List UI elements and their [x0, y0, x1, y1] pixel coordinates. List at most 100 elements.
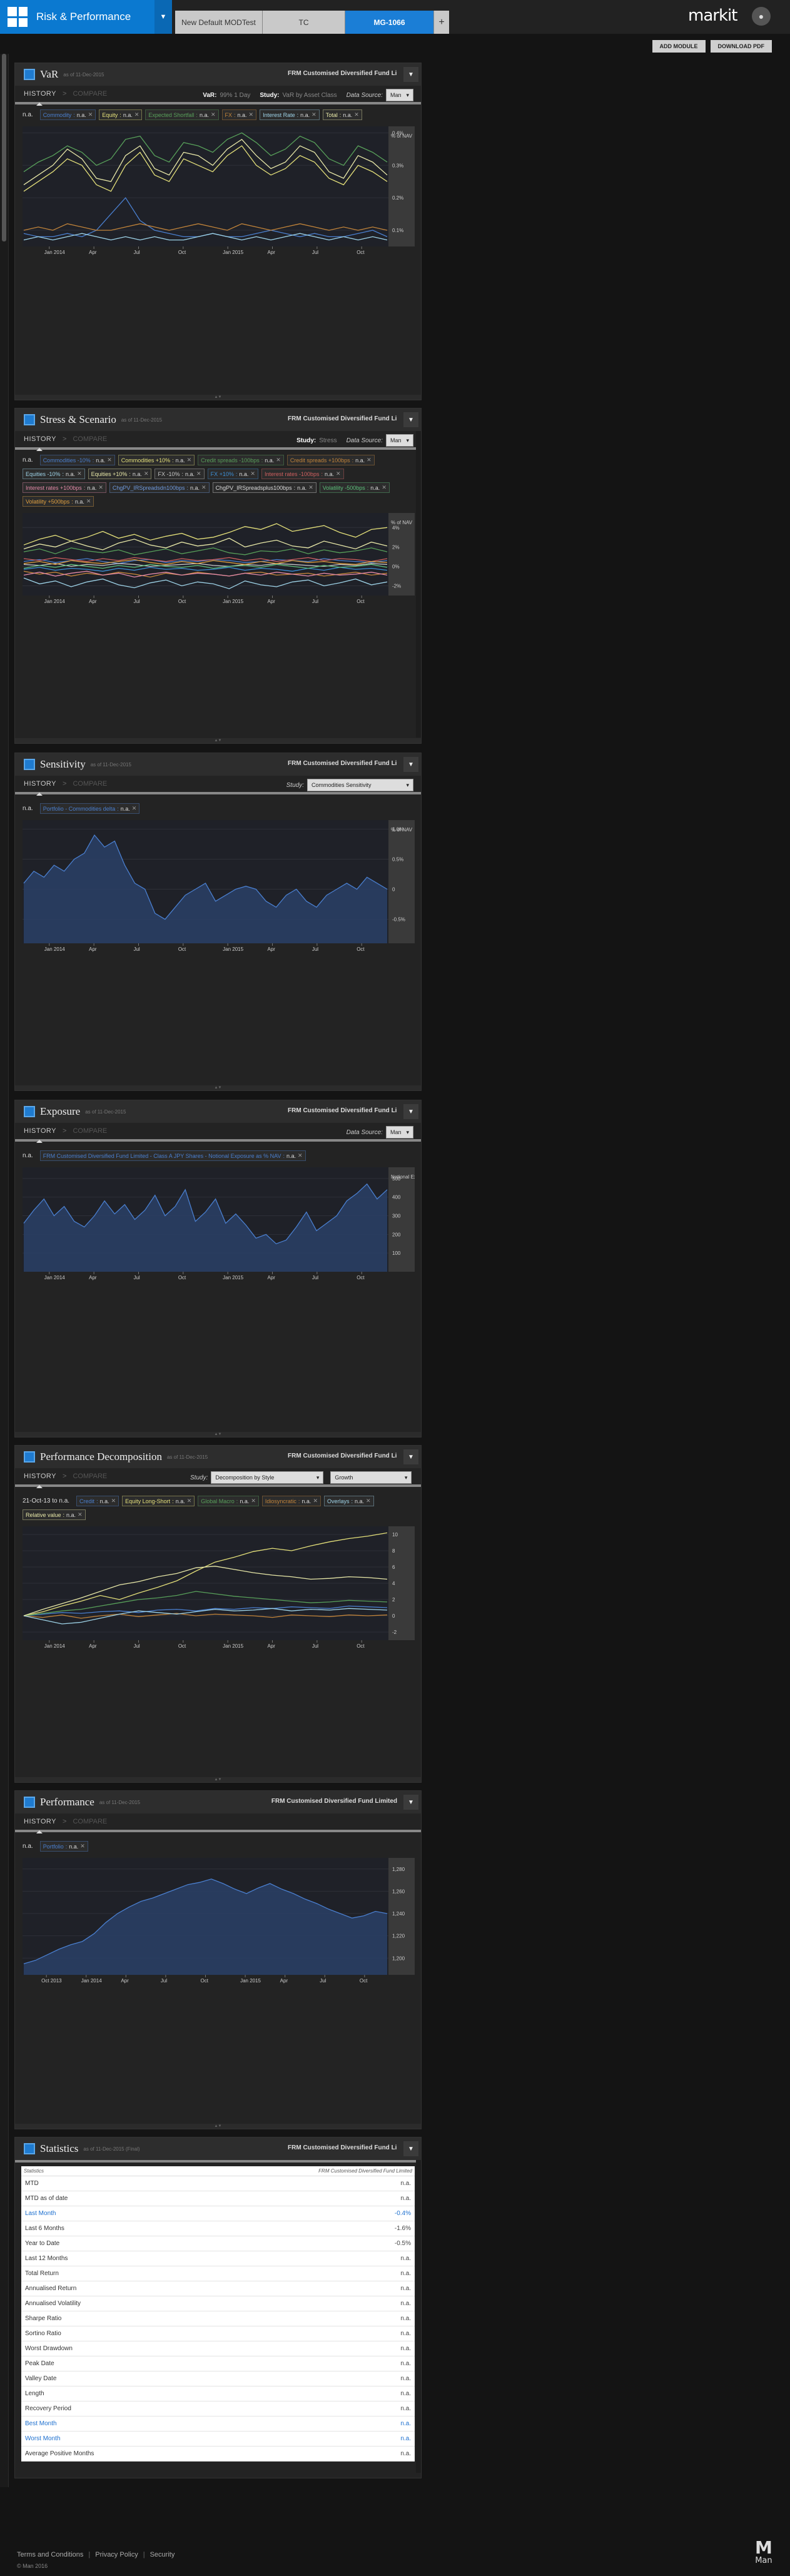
mode-select[interactable]: Growth ▾ [330, 1471, 412, 1484]
legend-item[interactable]: FX: n.a. ✕ [221, 109, 257, 120]
legend-item[interactable]: Overlays: n.a. ✕ [323, 1496, 374, 1506]
legend-item[interactable]: FX -10%: n.a. ✕ [154, 469, 205, 479]
chevron-down-icon[interactable]: ▼ [403, 1104, 418, 1119]
legend-item[interactable]: Credit: n.a. ✕ [76, 1496, 119, 1506]
legend-item[interactable]: ChgPV_IRSpreadsdn100bps: n.a. ✕ [109, 482, 210, 493]
tab-history[interactable]: HISTORY [24, 84, 56, 106]
remove-series-icon[interactable]: ✕ [313, 1498, 318, 1504]
legend-item[interactable]: FRM Customised Diversified Fund Limited … [39, 1150, 306, 1161]
stat-label[interactable]: Last Month [21, 2206, 193, 2221]
chevron-down-icon[interactable]: ▼ [403, 67, 418, 82]
remove-series-icon[interactable]: ✕ [201, 484, 206, 491]
remove-series-icon[interactable]: ✕ [196, 470, 201, 477]
legend-item[interactable]: FX +10%: n.a. ✕ [207, 469, 258, 479]
add-tab-button[interactable]: + [434, 11, 449, 34]
tab-history[interactable]: HISTORY [24, 1812, 56, 1833]
resize-handle[interactable]: ▲▼ [15, 395, 421, 400]
remove-series-icon[interactable]: ✕ [336, 470, 341, 477]
remove-series-icon[interactable]: ✕ [354, 111, 359, 118]
fund-name[interactable]: FRM Customised Diversified Fund Limited [288, 70, 397, 77]
remove-series-icon[interactable]: ✕ [107, 457, 112, 464]
fund-name[interactable]: FRM Customised Diversified Fund Limited [288, 415, 397, 422]
chevron-down-icon[interactable]: ▼ [403, 412, 418, 427]
chevron-down-icon[interactable]: ▼ [403, 1449, 418, 1464]
study-selector[interactable]: Stress [319, 437, 337, 444]
fund-name[interactable]: FRM Customised Diversified Fund Limited [288, 2144, 397, 2151]
study-select[interactable]: Decomposition by Style ▾ [211, 1471, 324, 1484]
remove-series-icon[interactable]: ✕ [250, 470, 255, 477]
chevron-down-icon[interactable]: ▼ [154, 0, 172, 34]
remove-series-icon[interactable]: ✕ [276, 457, 281, 464]
data-source-select[interactable]: Man ▾ [385, 89, 413, 101]
stat-label[interactable]: Best Month [21, 2416, 193, 2431]
module-scrollbar[interactable] [416, 2160, 421, 2473]
remove-series-icon[interactable]: ✕ [134, 111, 139, 118]
tab-compare[interactable]: COMPARE [73, 1473, 107, 1480]
app-menu[interactable]: Risk & Performance ▼ [0, 0, 172, 34]
tab-history[interactable]: HISTORY [24, 1467, 56, 1488]
legend-item[interactable]: Equities +10%: n.a. ✕ [88, 469, 152, 479]
add-module-button[interactable]: ADD MODULE [652, 40, 706, 53]
tab-tc[interactable]: TC [263, 11, 345, 34]
legend-item[interactable]: Commodity: n.a. ✕ [39, 109, 96, 120]
remove-series-icon[interactable]: ✕ [311, 111, 317, 118]
legend-item[interactable]: Commodities +10%: n.a. ✕ [118, 455, 195, 465]
remove-series-icon[interactable]: ✕ [98, 484, 103, 491]
legend-item[interactable]: Total: n.a. ✕ [322, 109, 362, 120]
legend-item[interactable]: Credit spreads -100bps: n.a. ✕ [198, 455, 284, 465]
legend-item[interactable]: Global Macro: n.a. ✕ [198, 1496, 259, 1506]
tab-compare[interactable]: COMPARE [73, 1818, 107, 1825]
resize-handle[interactable]: ▲▼ [15, 1777, 421, 1782]
legend-item[interactable]: Idiosyncratic: n.a. ✕ [261, 1496, 321, 1506]
fund-name[interactable]: FRM Customised Diversified Fund Limited [288, 1107, 397, 1114]
legend-item[interactable]: Interest rates +100bps: n.a. ✕ [23, 482, 106, 493]
remove-series-icon[interactable]: ✕ [382, 484, 387, 491]
terms-link[interactable]: Terms and Conditions [17, 2551, 83, 2558]
legend-item[interactable]: Relative value: n.a. ✕ [23, 1509, 86, 1520]
data-source-select[interactable]: Man ▾ [385, 1126, 413, 1138]
remove-series-icon[interactable]: ✕ [211, 111, 216, 118]
remove-series-icon[interactable]: ✕ [367, 457, 372, 464]
remove-series-icon[interactable]: ✕ [88, 111, 93, 118]
legend-item[interactable]: Equities -10%: n.a. ✕ [23, 469, 85, 479]
privacy-link[interactable]: Privacy Policy [95, 2551, 138, 2558]
resize-handle[interactable]: ▲▼ [15, 1432, 421, 1437]
security-link[interactable]: Security [150, 2551, 175, 2558]
tab-history[interactable]: HISTORY [24, 430, 56, 451]
tab-history[interactable]: HISTORY [24, 774, 56, 796]
chevron-down-icon[interactable]: ▼ [403, 757, 418, 772]
legend-item[interactable]: Expected Shortfall: n.a. ✕ [145, 109, 219, 120]
legend-item[interactable]: Volatility -500bps: n.a. ✕ [319, 482, 390, 493]
resize-handle[interactable]: ▲▼ [15, 738, 421, 743]
remove-series-icon[interactable]: ✕ [78, 1511, 83, 1518]
download-pdf-button[interactable]: DOWNLOAD PDF [710, 40, 772, 53]
legend-item[interactable]: Portfolio: n.a. ✕ [39, 1841, 88, 1852]
stat-label[interactable]: Worst Month [21, 2431, 193, 2447]
study-selector[interactable]: VaR by Asset Class [283, 92, 337, 99]
remove-series-icon[interactable]: ✕ [144, 470, 149, 477]
resize-handle[interactable]: ▲▼ [15, 2124, 421, 2129]
remove-series-icon[interactable]: ✕ [86, 498, 91, 505]
study-select[interactable]: Commodities Sensitivity ▾ [307, 779, 413, 791]
tab-mg-1066[interactable]: MG-1066 [345, 11, 434, 34]
chevron-down-icon[interactable]: ▼ [403, 1795, 418, 1810]
remove-series-icon[interactable]: ✕ [111, 1498, 116, 1504]
user-avatar-icon[interactable]: ● [752, 7, 771, 26]
legend-item[interactable]: Commodities -10%: n.a. ✕ [39, 455, 115, 465]
remove-series-icon[interactable]: ✕ [187, 457, 192, 464]
legend-item[interactable]: Interest Rate: n.a. ✕ [260, 109, 320, 120]
legend-item[interactable]: Volatility +500bps: n.a. ✕ [23, 496, 94, 507]
remove-series-icon[interactable]: ✕ [366, 1498, 371, 1504]
legend-item[interactable]: Credit spreads +100bps: n.a. ✕ [286, 455, 375, 465]
remove-series-icon[interactable]: ✕ [132, 805, 137, 812]
left-scrollbar[interactable] [0, 54, 9, 2487]
chevron-down-icon[interactable]: ▼ [403, 2141, 418, 2156]
tab-compare[interactable]: COMPARE [73, 90, 107, 98]
tab-new-default-modtest[interactable]: New Default MODTest [175, 11, 263, 34]
module-scrollbar[interactable] [416, 431, 421, 738]
remove-series-icon[interactable]: ✕ [77, 470, 82, 477]
fund-name[interactable]: FRM Customised Diversified Fund Limited [271, 1798, 397, 1805]
fund-name[interactable]: FRM Customised Diversified Fund Limited [288, 760, 397, 767]
scroll-thumb[interactable] [2, 54, 6, 241]
legend-item[interactable]: Interest rates -100bps: n.a. ✕ [261, 469, 344, 479]
